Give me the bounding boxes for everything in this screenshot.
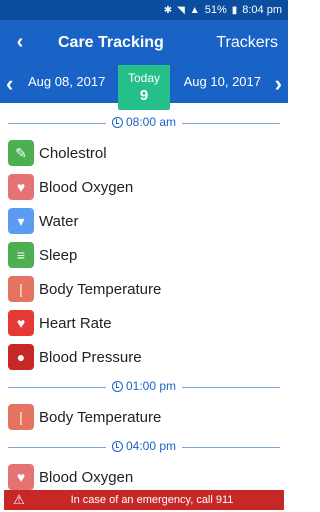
- blood-oxygen-icon: ♥: [8, 174, 34, 200]
- chevron-left-icon: ‹: [6, 71, 14, 96]
- tracker-item[interactable]: | Body Temperature: [0, 272, 288, 306]
- previous-date[interactable]: Aug 08, 2017: [28, 74, 105, 89]
- today-badge[interactable]: Today 9: [118, 65, 170, 110]
- blood-oxygen-icon: ♥: [8, 464, 34, 490]
- emergency-text: In case of an emergency, call 911: [70, 494, 234, 506]
- clock-icon: [111, 440, 123, 452]
- clock-icon: [111, 380, 123, 392]
- app-bar: ‹ Care Tracking Trackers: [0, 20, 288, 65]
- bluetooth-icon: ✱: [163, 4, 173, 16]
- clock-icon: [111, 116, 123, 128]
- warning-icon: ⚠: [13, 492, 25, 507]
- tracker-list: 08:00 am ✎ Cholestrol ♥ Blood Oxygen ▾ Water ≡ S…: [0, 110, 288, 494]
- tracker-item-label: Heart Rate: [39, 314, 112, 332]
- blood-pressure-icon: ●: [8, 344, 34, 370]
- today-label: Today: [127, 71, 161, 85]
- previous-date-button[interactable]: ‹: [6, 71, 13, 97]
- sleep-icon: ≡: [8, 242, 34, 268]
- tracker-item-label: Water: [39, 212, 79, 230]
- chevron-right-icon: ›: [274, 71, 282, 96]
- battery-icon: ▮: [231, 4, 238, 16]
- tracker-item[interactable]: ♥ Blood Oxygen: [0, 170, 288, 204]
- tracker-item-label: Body Temperature: [39, 280, 162, 298]
- next-date-button[interactable]: ›: [275, 71, 282, 97]
- clock-time: 8:04 pm: [242, 4, 282, 16]
- wifi-icon: ◥: [177, 4, 185, 16]
- tracker-item[interactable]: ● Blood Pressure: [0, 340, 288, 374]
- tracker-item-label: Blood Oxygen: [39, 178, 134, 196]
- cholesterol-icon: ✎: [8, 140, 34, 166]
- today-day: 9: [139, 87, 149, 104]
- tracker-item[interactable]: ✎ Cholestrol: [0, 136, 288, 170]
- time-label: 04:00 pm: [105, 439, 183, 453]
- page-title: Care Tracking: [58, 33, 164, 51]
- emergency-banner[interactable]: ⚠ In case of an emergency, call 911: [4, 490, 284, 510]
- time-label: 01:00 pm: [105, 379, 183, 393]
- tracker-item-label: Cholestrol: [39, 144, 107, 162]
- back-button[interactable]: ‹: [0, 31, 40, 54]
- tracker-item[interactable]: ≡ Sleep: [0, 238, 288, 272]
- status-bar: ✱ ◥ ▲ 51% ▮ 8:04 pm: [0, 0, 288, 20]
- tracker-item-label: Body Temperature: [39, 408, 162, 426]
- water-icon: ▾: [8, 208, 34, 234]
- signal-icon: ▲: [189, 4, 200, 16]
- battery-level: 51%: [204, 4, 227, 16]
- tracker-item[interactable]: ▾ Water: [0, 204, 288, 238]
- time-separator: 04:00 pm: [0, 434, 288, 460]
- tracker-item-label: Blood Pressure: [39, 348, 142, 366]
- time-text: 04:00 pm: [125, 439, 177, 453]
- thermometer-icon: |: [8, 276, 34, 302]
- trackers-button[interactable]: Trackers: [216, 34, 288, 52]
- tracker-item[interactable]: ♥ Blood Oxygen: [0, 460, 288, 494]
- next-date[interactable]: Aug 10, 2017: [184, 74, 261, 89]
- tracker-item-label: Blood Oxygen: [39, 468, 134, 486]
- tracker-item-label: Sleep: [39, 246, 78, 264]
- time-text: 01:00 pm: [125, 379, 177, 393]
- heart-rate-icon: ♥: [8, 310, 34, 336]
- tracker-item[interactable]: ♥ Heart Rate: [0, 306, 288, 340]
- time-text: 08:00 am: [125, 115, 177, 129]
- thermometer-icon: |: [8, 404, 34, 430]
- time-separator: 01:00 pm: [0, 374, 288, 400]
- time-separator: 08:00 am: [0, 110, 288, 136]
- time-label: 08:00 am: [105, 115, 183, 129]
- tracker-item[interactable]: | Body Temperature: [0, 400, 288, 434]
- chevron-left-icon: ‹: [16, 31, 24, 53]
